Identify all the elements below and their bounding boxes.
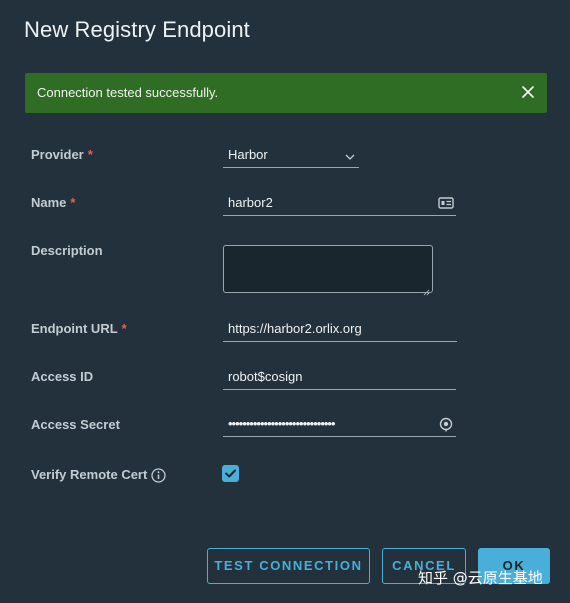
eye-icon[interactable]: [438, 416, 454, 432]
verify-remote-cert-label: Verify Remote Cert: [31, 467, 166, 483]
test-connection-button[interactable]: TEST CONNECTION: [207, 548, 370, 584]
access-secret-value: ••••••••••••••••••••••••••••••: [228, 416, 336, 431]
id-card-icon[interactable]: [438, 196, 454, 210]
name-input[interactable]: harbor2: [223, 190, 456, 216]
success-alert: Connection tested successfully.: [25, 73, 547, 113]
endpoint-url-value: https://harbor2.orlix.org: [228, 321, 362, 336]
access-secret-input[interactable]: ••••••••••••••••••••••••••••••: [223, 411, 456, 437]
watermark: 知乎 @云原生基地: [418, 569, 543, 587]
alert-message: Connection tested successfully.: [37, 85, 219, 100]
access-id-input[interactable]: robot$cosign: [223, 364, 456, 390]
close-icon[interactable]: [519, 83, 537, 101]
name-label: Name *: [31, 195, 76, 210]
description-textarea[interactable]: [223, 245, 433, 296]
access-id-label: Access ID: [31, 369, 94, 384]
info-icon[interactable]: [151, 468, 166, 483]
required-mark: *: [70, 195, 76, 210]
chevron-down-icon: [345, 149, 355, 160]
provider-select[interactable]: Harbor: [223, 142, 359, 168]
provider-value: Harbor: [228, 147, 268, 162]
access-id-value: robot$cosign: [228, 369, 303, 384]
name-value: harbor2: [228, 195, 273, 210]
resize-grip-icon[interactable]: [423, 283, 430, 296]
required-mark: *: [87, 147, 93, 162]
endpoint-url-input[interactable]: https://harbor2.orlix.org: [223, 316, 457, 342]
checkmark-icon: [225, 469, 236, 478]
endpoint-url-label: Endpoint URL *: [31, 321, 127, 336]
required-mark: *: [121, 321, 127, 336]
registry-endpoint-dialog: New Registry Endpoint Connection tested …: [0, 0, 570, 603]
dialog-title: New Registry Endpoint: [24, 17, 250, 42]
access-secret-label: Access Secret: [31, 417, 120, 432]
verify-remote-cert-checkbox[interactable]: [222, 465, 239, 482]
description-label: Description: [31, 243, 103, 258]
provider-label: Provider *: [31, 147, 93, 162]
description-value[interactable]: [224, 246, 432, 292]
